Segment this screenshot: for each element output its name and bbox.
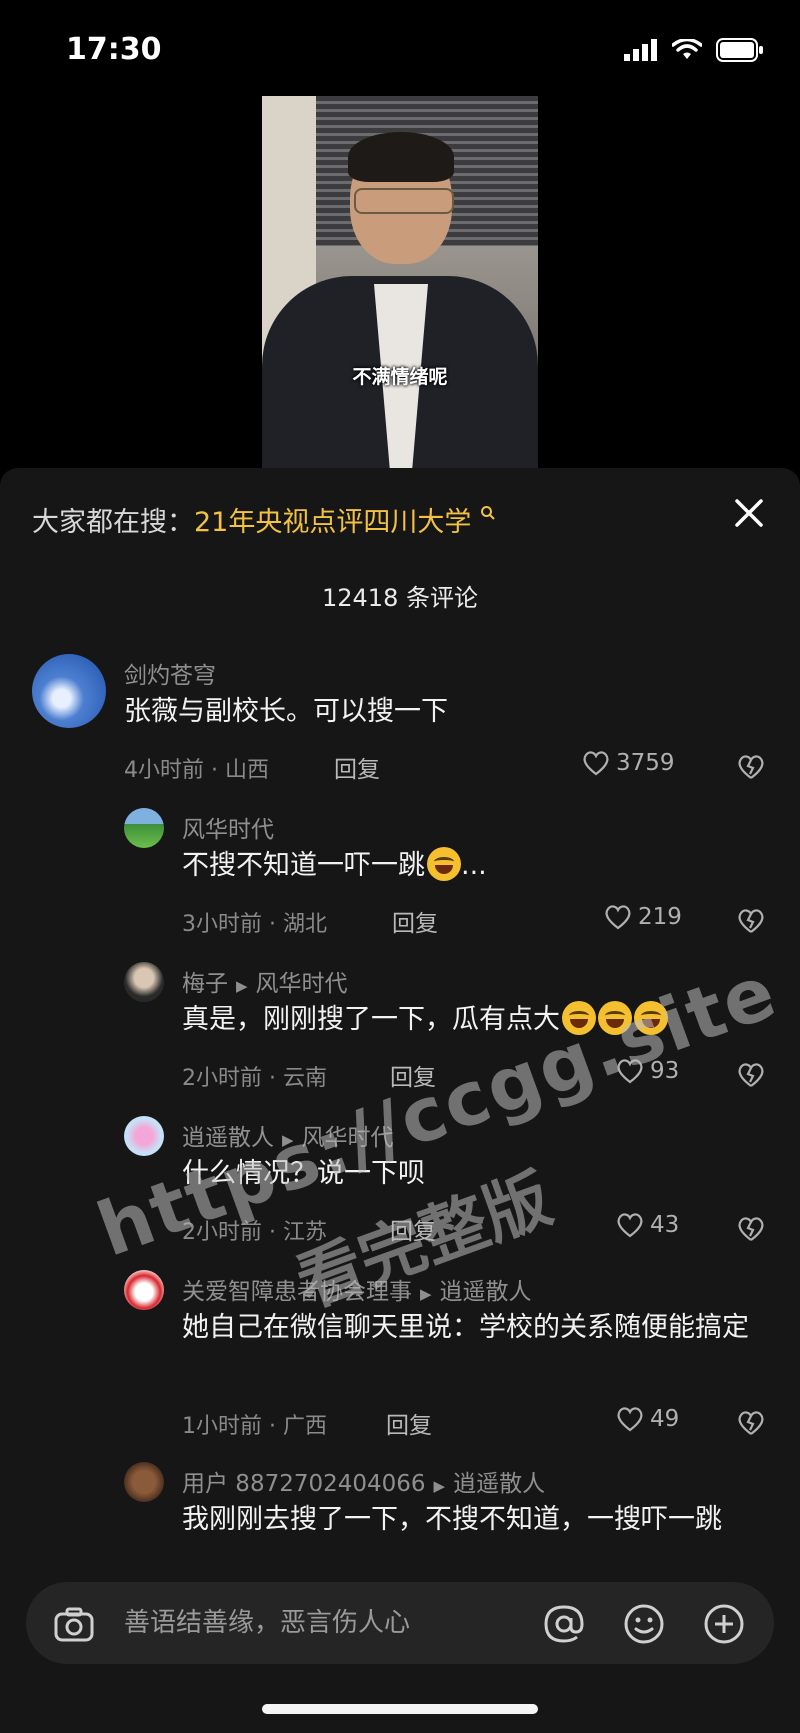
status-time: 17:30 bbox=[66, 32, 162, 67]
laugh-cry-emoji-icon bbox=[598, 1001, 632, 1035]
heart-icon bbox=[583, 751, 609, 776]
reply-to-user[interactable]: 风华时代 bbox=[302, 1125, 394, 1151]
like-button[interactable]: 49 bbox=[616, 1406, 679, 1432]
broken-heart-icon[interactable] bbox=[737, 753, 765, 781]
broken-heart-icon[interactable] bbox=[737, 1409, 765, 1437]
comment-username-text: 梅子 bbox=[182, 971, 228, 997]
plus-icon[interactable] bbox=[702, 1602, 746, 1646]
reply-to-user[interactable]: 风华时代 bbox=[256, 971, 348, 997]
video-caption: 不满情绪呢 bbox=[352, 366, 448, 388]
comment-username[interactable]: 关爱智障患者协会理事 ▶ 逍遥散人 bbox=[182, 1272, 532, 1306]
camera-icon[interactable] bbox=[52, 1602, 96, 1646]
heart-icon bbox=[617, 1059, 643, 1084]
comment-username-text: 用户 8872702404066 bbox=[182, 1471, 426, 1497]
reply-button[interactable]: 回复 bbox=[386, 1406, 432, 1440]
reply-to-user[interactable]: 逍遥散人 bbox=[440, 1279, 532, 1305]
comment-input-bar bbox=[26, 1582, 774, 1664]
comment-text-body: 不搜不知道一吓一跳 bbox=[182, 850, 425, 881]
avatar[interactable] bbox=[32, 654, 106, 728]
laugh-cry-emoji-icon bbox=[634, 1001, 668, 1035]
comment-username[interactable]: 逍遥散人 ▶ 风华时代 bbox=[182, 1118, 394, 1152]
comment-text: 我刚刚去搜了一下，不搜不知道，一搜吓一跳 bbox=[182, 1504, 722, 1535]
reply-button[interactable]: 回复 bbox=[334, 750, 380, 784]
broken-heart-icon[interactable] bbox=[737, 907, 765, 935]
comment-text: 她自己在微信聊天里说：学校的关系随便能搞定 bbox=[182, 1312, 749, 1343]
comment-text: 真是，刚刚搜了一下，瓜有点大 bbox=[182, 1000, 668, 1040]
video-player[interactable]: 不满情绪呢 bbox=[262, 96, 538, 468]
laugh-cry-emoji-icon bbox=[427, 847, 461, 881]
trending-search[interactable]: 大家都在搜：21年央视点评四川大学 bbox=[32, 500, 496, 539]
comment-username[interactable]: 风华时代 bbox=[182, 810, 274, 844]
reply-arrow-icon: ▶ bbox=[420, 1285, 432, 1303]
reply-arrow-icon: ▶ bbox=[433, 1477, 446, 1495]
like-count: 93 bbox=[650, 1058, 680, 1084]
laugh-cry-emoji-icon bbox=[562, 1001, 596, 1035]
broken-heart-icon[interactable] bbox=[737, 1061, 765, 1089]
like-count: 49 bbox=[650, 1406, 680, 1432]
comment-panel: 大家都在搜：21年央视点评四川大学 12418 条评论 剑灼苍穹 张薇与副校长。… bbox=[0, 468, 800, 1733]
avatar[interactable] bbox=[124, 808, 164, 848]
comment-text: 张薇与副校长。可以搜一下 bbox=[124, 696, 448, 727]
status-icons bbox=[624, 38, 764, 62]
like-button[interactable]: 3759 bbox=[582, 750, 675, 776]
like-button[interactable]: 43 bbox=[616, 1212, 679, 1238]
like-count: 219 bbox=[638, 904, 682, 930]
heart-icon bbox=[617, 1407, 643, 1432]
comment-text: 不搜不知道一吓一跳... bbox=[182, 846, 487, 886]
battery-icon bbox=[716, 38, 763, 62]
broken-heart-icon[interactable] bbox=[737, 1215, 765, 1243]
home-indicator[interactable] bbox=[262, 1704, 538, 1714]
comment-meta: 1小时前 · 广西 bbox=[182, 1414, 327, 1439]
comment-username-text: 关爱智障患者协会理事 bbox=[182, 1279, 412, 1305]
like-button[interactable]: 219 bbox=[604, 904, 682, 930]
like-count: 3759 bbox=[616, 750, 675, 776]
comment-count: 12418 条评论 bbox=[322, 584, 478, 612]
like-button[interactable]: 93 bbox=[616, 1058, 679, 1084]
search-icon bbox=[480, 506, 495, 520]
comment-text: 什么情况？说一下呗 bbox=[182, 1158, 425, 1189]
comment-meta: 2小时前 · 江苏 bbox=[182, 1220, 327, 1245]
heart-icon bbox=[605, 905, 631, 930]
reply-button[interactable]: 回复 bbox=[390, 1212, 436, 1246]
avatar[interactable] bbox=[124, 1462, 164, 1502]
reply-to-user[interactable]: 逍遥散人 bbox=[453, 1471, 545, 1497]
reply-button[interactable]: 回复 bbox=[392, 904, 438, 938]
video-person-glasses bbox=[354, 188, 454, 214]
avatar[interactable] bbox=[124, 1270, 164, 1310]
comment-input[interactable] bbox=[122, 1598, 446, 1648]
trending-search-query[interactable]: 21年央视点评四川大学 bbox=[194, 507, 471, 538]
status-bar: 17:30 bbox=[0, 0, 800, 100]
close-icon[interactable] bbox=[732, 496, 766, 530]
comment-username[interactable]: 剑灼苍穹 bbox=[124, 656, 216, 690]
comment-text-ellipsis: ... bbox=[461, 850, 487, 881]
comment-username[interactable]: 梅子 ▶ 风华时代 bbox=[182, 964, 348, 998]
emoji-icon[interactable] bbox=[622, 1602, 666, 1646]
avatar[interactable] bbox=[124, 1116, 164, 1156]
wifi-icon bbox=[672, 39, 702, 59]
video-person-hair bbox=[348, 132, 454, 182]
trending-search-prefix: 大家都在搜： bbox=[32, 507, 194, 538]
reply-arrow-icon: ▶ bbox=[236, 977, 248, 995]
avatar[interactable] bbox=[124, 962, 164, 1002]
heart-icon bbox=[617, 1213, 643, 1238]
like-count: 43 bbox=[650, 1212, 680, 1238]
comment-meta: 2小时前 · 云南 bbox=[182, 1066, 327, 1091]
comment-meta: 3小时前 · 湖北 bbox=[182, 912, 327, 937]
at-icon[interactable] bbox=[542, 1602, 586, 1646]
comment-username-text: 逍遥散人 bbox=[182, 1125, 274, 1151]
reply-arrow-icon: ▶ bbox=[282, 1131, 294, 1149]
comment-meta: 4小时前 · 山西 bbox=[124, 758, 269, 783]
comment-username[interactable]: 用户 8872702404066 ▶ 逍遥散人 bbox=[182, 1464, 545, 1498]
signal-icon bbox=[624, 39, 657, 61]
reply-button[interactable]: 回复 bbox=[390, 1058, 436, 1092]
comment-text-body: 真是，刚刚搜了一下，瓜有点大 bbox=[182, 1004, 560, 1035]
